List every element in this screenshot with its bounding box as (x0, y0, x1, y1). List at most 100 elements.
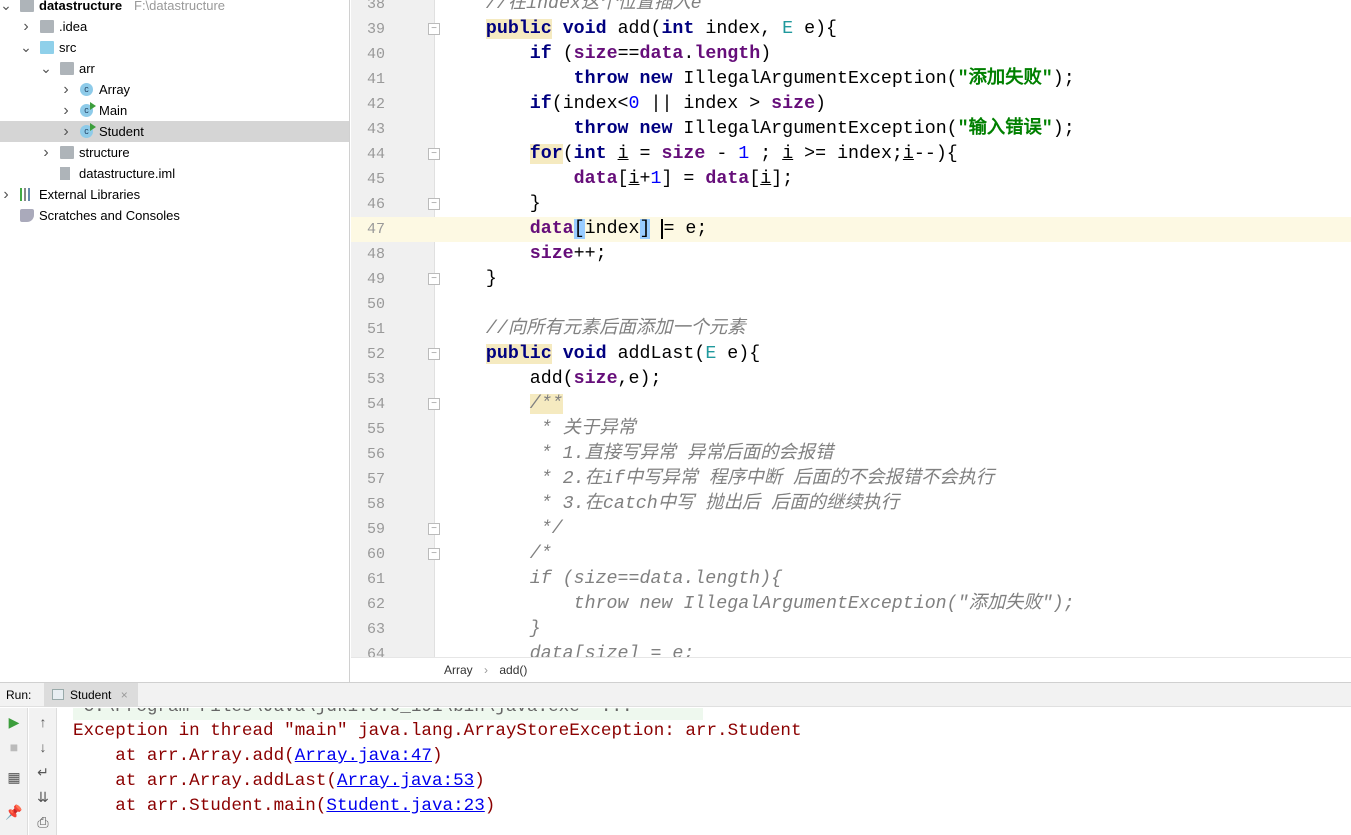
code-token: = (628, 144, 662, 164)
runnable-class-icon: c (80, 123, 96, 138)
code-line[interactable]: 48 size++; (351, 242, 1351, 267)
code-token: ) (815, 94, 827, 114)
code-line[interactable]: 60 − /* (351, 542, 1351, 567)
line-number: 51 (366, 321, 385, 338)
line-number: 60 (366, 546, 385, 563)
code-text: /* (442, 542, 552, 567)
up-icon[interactable]: ↑ (29, 710, 57, 735)
code-line[interactable]: 58 * 3.在catch中写 抛出后 后面的继续执行 (351, 492, 1351, 517)
code-line[interactable]: 52 − public void addLast(E e){ (351, 342, 1351, 367)
code-line[interactable]: 39 − public void add(int index, E e){ (351, 17, 1351, 42)
code-line[interactable]: 43 throw new IllegalArgumentException("输… (351, 117, 1351, 142)
code-token: addLast( (606, 344, 706, 364)
code-token: for (529, 144, 563, 164)
code-line[interactable]: 51 //向所有元素后面添加一个元素 (351, 317, 1351, 342)
fold-icon[interactable]: − (428, 348, 440, 360)
code-text: throw new IllegalArgumentException("添加失败… (442, 67, 1075, 92)
close-icon[interactable]: × (121, 688, 128, 702)
code-line[interactable]: 45 data[i+1] = data[i]; (351, 167, 1351, 192)
tree-item[interactable]: › c Student (0, 121, 349, 142)
chevron-right-icon[interactable]: › (20, 16, 32, 37)
tree-item[interactable]: datastructure.iml (0, 163, 349, 184)
code-line[interactable]: 42 if(index<0 || index > size) (351, 92, 1351, 117)
tree-item[interactable]: ⌄ datastructure F:\datastructure (0, 0, 349, 16)
code-line[interactable]: 38 //在index这个位置插入e (351, 0, 1351, 17)
code-line[interactable]: 49 − } (351, 267, 1351, 292)
code-text: data[index] = e; (442, 217, 708, 242)
tree-item[interactable]: › c Array (0, 79, 349, 100)
stack-trace-line: at arr.Array.add(Array.java:47) (73, 744, 442, 769)
tab-student[interactable]: Student × (44, 683, 138, 707)
tree-item[interactable]: › c Main (0, 100, 349, 121)
code-token: ) (760, 44, 772, 64)
breadcrumb-item-method[interactable]: add() (499, 663, 527, 677)
code-line[interactable]: 46 − } (351, 192, 1351, 217)
code-line[interactable]: 41 throw new IllegalArgumentException("添… (351, 67, 1351, 92)
fold-icon[interactable]: − (428, 23, 440, 35)
tree-item-label: datastructure (39, 0, 123, 13)
code-token: IllegalArgumentException( (672, 69, 958, 89)
fold-icon[interactable]: − (428, 398, 440, 410)
down-icon[interactable]: ↓ (29, 735, 57, 760)
tree-item[interactable]: ⌄ arr (0, 58, 349, 79)
code-token: new (639, 69, 673, 89)
source-link[interactable]: Array.java:47 (295, 746, 432, 766)
tree-item[interactable]: › External Libraries (0, 184, 349, 205)
source-link[interactable]: Student.java:23 (326, 796, 484, 816)
source-link[interactable]: Array.java:53 (337, 771, 474, 791)
code-text: public void addLast(E e){ (442, 342, 760, 367)
code-token: data (573, 169, 618, 189)
code-line[interactable]: 53 add(size,e); (351, 367, 1351, 392)
breadcrumb-item-class[interactable]: Array (444, 663, 473, 677)
code-line[interactable]: 63 } (351, 617, 1351, 642)
code-text: throw new IllegalArgumentException("添加失败… (442, 592, 1075, 617)
tree-item[interactable]: › .idea (0, 16, 349, 37)
code-line[interactable]: 64 data[size] = e; (351, 642, 1351, 657)
scroll-to-end-icon[interactable]: ⇊ (29, 785, 57, 810)
code-token: length (694, 44, 761, 64)
chevron-right-icon[interactable]: › (40, 142, 52, 163)
console-output[interactable]: "C:\Program Files\Java\jdk1.8.0_191\bin\… (58, 708, 1351, 835)
code-line[interactable]: 40 if (size==data.length) (351, 42, 1351, 67)
print-icon[interactable]: ⎙ (29, 810, 57, 835)
chevron-down-icon[interactable]: ⌄ (40, 58, 52, 79)
code-token: "添加失败" (957, 69, 1053, 89)
fold-icon[interactable]: − (428, 548, 440, 560)
code-line[interactable]: 50 (351, 292, 1351, 317)
fold-icon[interactable]: − (428, 273, 440, 285)
stop-icon[interactable]: ■ (0, 735, 28, 760)
fold-icon[interactable]: − (428, 523, 440, 535)
code-line[interactable]: 61 if (size==data.length){ (351, 567, 1351, 592)
code-line[interactable]: 59 − */ (351, 517, 1351, 542)
tree-item[interactable]: ⌄ src (0, 37, 349, 58)
code-line[interactable]: 44− for(int i = size - 1 ; i >= index;i-… (351, 142, 1351, 167)
fold-icon[interactable]: − (428, 198, 440, 210)
tree-item[interactable]: Scratches and Consoles (0, 205, 349, 226)
chevron-down-icon[interactable]: ⌄ (0, 0, 12, 16)
code-line[interactable]: 47 data[index] = e; (351, 217, 1351, 242)
code-line[interactable]: 55 * 关于异常 (351, 417, 1351, 442)
layout-icon[interactable]: ▦ (0, 765, 28, 790)
code-token: new (639, 119, 673, 139)
chevron-right-icon[interactable]: › (0, 184, 12, 205)
code-line[interactable]: 56 * 1.直接写异常 异常后面的会报错 (351, 442, 1351, 467)
soft-wrap-icon[interactable]: ↵ (29, 760, 57, 785)
chevron-right-icon[interactable]: › (60, 100, 72, 121)
fold-icon[interactable]: − (428, 148, 440, 160)
chevron-right-icon[interactable]: › (60, 79, 72, 100)
code-line[interactable]: 54 − /** (351, 392, 1351, 417)
code-token: + (639, 169, 651, 189)
tree-item[interactable]: › structure (0, 142, 349, 163)
chevron-right-icon[interactable]: › (60, 121, 72, 142)
code-editor[interactable]: 38 //在index这个位置插入e 39− public void add(in… (351, 0, 1351, 657)
iml-file-icon (60, 167, 70, 180)
code-token: data[size] = e; (442, 644, 695, 657)
code-line[interactable]: 62 throw new IllegalArgumentException("添… (351, 592, 1351, 617)
pin-icon[interactable]: 📌 (0, 800, 28, 825)
chevron-down-icon[interactable]: ⌄ (20, 37, 32, 58)
code-text: } (442, 192, 541, 217)
code-line[interactable]: 57 * 2.在if中写异常 程序中断 后面的不会报错不会执行 (351, 467, 1351, 492)
tree-item-label: Main (99, 103, 128, 118)
rerun-icon[interactable]: ▶ (0, 710, 28, 735)
